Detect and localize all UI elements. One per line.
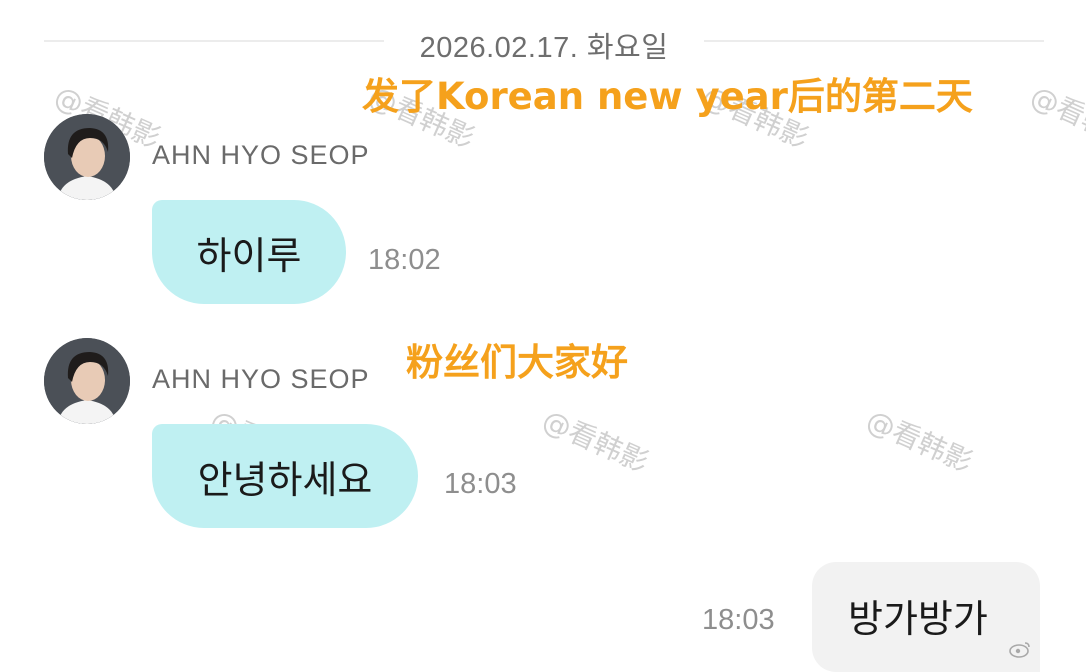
sender-name: AHN HYO SEOP: [152, 364, 370, 394]
avatar[interactable]: [44, 114, 130, 200]
outgoing-message-text: 방가방가: [848, 597, 988, 641]
sender-name: AHN HYO SEOP: [152, 140, 370, 170]
watermark: @看韩影: [1025, 79, 1086, 156]
watermark: @看韩影: [537, 403, 654, 480]
divider-line-right: [704, 40, 1044, 42]
weibo-logo-icon: [1009, 642, 1030, 658]
message-time: 18:03: [702, 604, 775, 636]
message-time: 18:03: [444, 468, 517, 500]
overlay-caption: 发了Korean new year后的第二天: [362, 75, 973, 118]
message-bubble[interactable]: 하이루: [152, 200, 346, 304]
avatar-photo-icon: [44, 338, 130, 424]
watermark: @看韩影: [861, 403, 978, 480]
message-bubble[interactable]: 안녕하세요: [152, 424, 418, 528]
message-time: 18:02: [368, 244, 441, 276]
overlay-caption: 粉丝们大家好: [406, 341, 628, 384]
avatar[interactable]: [44, 338, 130, 424]
date-text: 2026.02.17. 화요일: [419, 32, 669, 64]
avatar-photo-icon: [44, 114, 130, 200]
date-divider: 2026.02.17. 화요일: [44, 18, 1044, 64]
